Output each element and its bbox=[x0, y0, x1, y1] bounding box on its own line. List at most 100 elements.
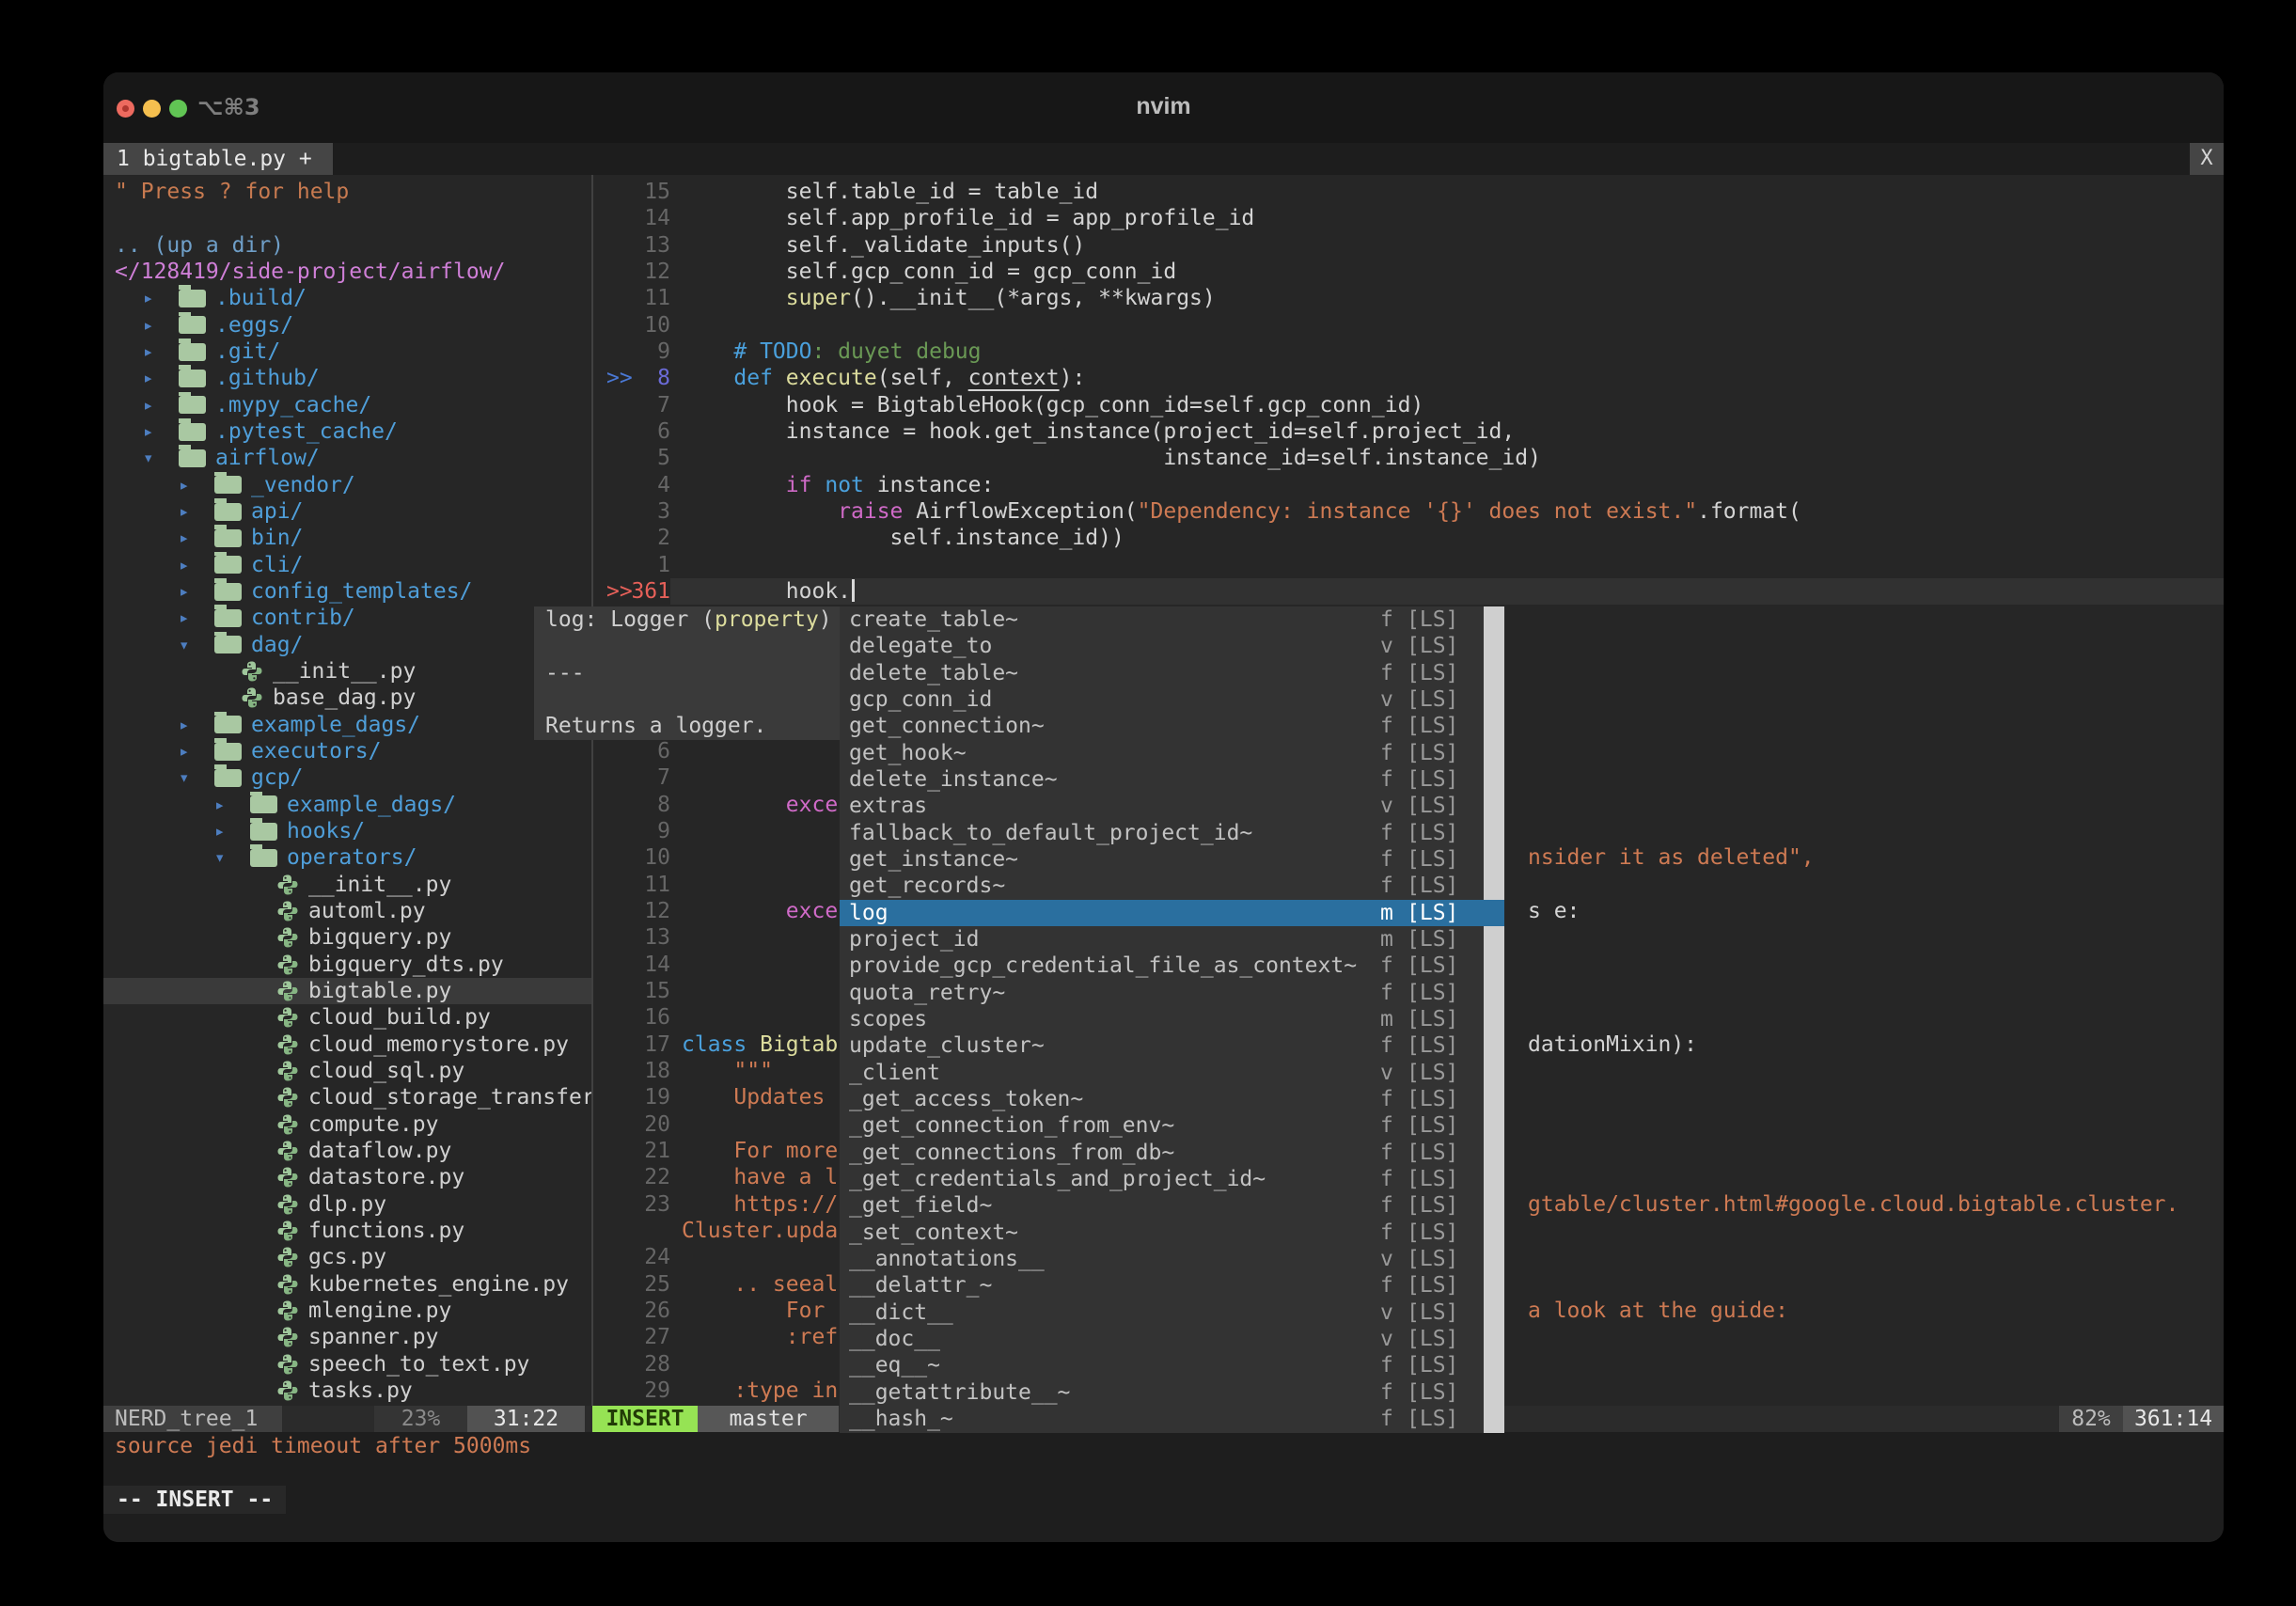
chevron-right-icon[interactable]: ▸ bbox=[143, 421, 179, 442]
tree-item-_vendor[interactable]: ▸_vendor/ bbox=[103, 472, 591, 498]
editor-line[interactable]: 2 self.instance_id)) bbox=[593, 525, 2224, 551]
tree-item-dataflow.py[interactable]: dataflow.py bbox=[103, 1138, 591, 1164]
tab-bigtable[interactable]: 1 bigtable.py + bbox=[103, 143, 333, 175]
chevron-down-icon[interactable]: ▾ bbox=[179, 767, 214, 788]
completion-item-get_records[interactable]: get_records~f[LS] bbox=[840, 873, 1504, 899]
tree-item-api[interactable]: ▸api/ bbox=[103, 498, 591, 525]
completion-item-__getattribute__[interactable]: __getattribute__~f[LS] bbox=[840, 1379, 1504, 1406]
completion-item-_get_connection_from_env[interactable]: _get_connection_from_env~f[LS] bbox=[840, 1112, 1504, 1139]
editor-line[interactable]: 12 self.gcp_conn_id = gcp_conn_id bbox=[593, 259, 2224, 285]
completion-item-quota_retry[interactable]: quota_retry~f[LS] bbox=[840, 980, 1504, 1006]
chevron-right-icon[interactable]: ▸ bbox=[214, 821, 250, 842]
tree-item-contrib[interactable]: ▸contrib/ bbox=[103, 605, 591, 631]
tree-item-cloud_sql.py[interactable]: cloud_sql.py bbox=[103, 1058, 591, 1084]
tree-item-.build[interactable]: ▸.build/ bbox=[103, 285, 591, 311]
completion-item-_client[interactable]: _clientv[LS] bbox=[840, 1060, 1504, 1086]
editor-line[interactable]: >>8 def execute(self, context): bbox=[593, 365, 2224, 391]
chevron-down-icon[interactable]: ▾ bbox=[143, 448, 179, 468]
completion-item-__eq__[interactable]: __eq__~f[LS] bbox=[840, 1352, 1504, 1378]
tree-item-dlp.py[interactable]: dlp.py bbox=[103, 1191, 591, 1218]
tree-item-.git[interactable]: ▸.git/ bbox=[103, 339, 591, 365]
chevron-right-icon[interactable]: ▸ bbox=[143, 341, 179, 362]
titlebar[interactable]: ⌥⌘3 nvim bbox=[103, 72, 2224, 143]
completion-item-scopes[interactable]: scopesm[LS] bbox=[840, 1006, 1504, 1032]
completion-item-provide_gcp_credential_file_as_context[interactable]: provide_gcp_credential_file_as_context~f… bbox=[840, 953, 1504, 979]
tree-item-kubernetes_engine.py[interactable]: kubernetes_engine.py bbox=[103, 1271, 591, 1298]
editor-line[interactable]: 14 self.app_profile_id = app_profile_id bbox=[593, 205, 2224, 231]
tab-close-button[interactable]: X bbox=[2190, 143, 2224, 175]
completion-item-delegate_to[interactable]: delegate_tov[LS] bbox=[840, 633, 1504, 659]
completion-item-get_connection[interactable]: get_connection~f[LS] bbox=[840, 713, 1504, 739]
chevron-right-icon[interactable]: ▸ bbox=[143, 368, 179, 388]
editor-line[interactable]: >>361 hook. bbox=[593, 578, 2224, 605]
tree-item-.eggs[interactable]: ▸.eggs/ bbox=[103, 312, 591, 339]
tree-item-cloud_build.py[interactable]: cloud_build.py bbox=[103, 1004, 591, 1031]
completion-item-fallback_to_default_project_id[interactable]: fallback_to_default_project_id~f[LS] bbox=[840, 820, 1504, 846]
tree-item-gcp[interactable]: ▾gcp/ bbox=[103, 764, 591, 791]
tree-item-tasks.py[interactable]: tasks.py bbox=[103, 1378, 591, 1404]
tree-item-cloud_memorystore.py[interactable]: cloud_memorystore.py bbox=[103, 1031, 591, 1058]
editor-line[interactable]: 15 self.table_id = table_id bbox=[593, 179, 2224, 205]
chevron-right-icon[interactable]: ▸ bbox=[179, 475, 214, 496]
chevron-right-icon[interactable]: ▸ bbox=[179, 607, 214, 628]
chevron-down-icon[interactable]: ▾ bbox=[214, 847, 250, 868]
completion-item-_get_field[interactable]: _get_field~f[LS] bbox=[840, 1192, 1504, 1219]
completion-item-__delattr_[interactable]: __delattr_~f[LS] bbox=[840, 1272, 1504, 1299]
editor-line[interactable]: 6 instance = hook.get_instance(project_i… bbox=[593, 418, 2224, 445]
completion-item-create_table[interactable]: create_table~f[LS] bbox=[840, 606, 1504, 633]
completion-item-project_id[interactable]: project_idm[LS] bbox=[840, 926, 1504, 953]
tree-item-example_dags[interactable]: ▸example_dags/ bbox=[103, 712, 591, 738]
tree-item-.pytest_cache[interactable]: ▸.pytest_cache/ bbox=[103, 418, 591, 445]
tree-item-spanner.py[interactable]: spanner.py bbox=[103, 1324, 591, 1350]
completion-item-_set_context[interactable]: _set_context~f[LS] bbox=[840, 1220, 1504, 1246]
nerdtree-panel[interactable]: " Press ? for help.. (up a dir)</128419/… bbox=[103, 175, 591, 1406]
tree-item-datastore.py[interactable]: datastore.py bbox=[103, 1164, 591, 1190]
tree-item-gcs.py[interactable]: gcs.py bbox=[103, 1244, 591, 1270]
completion-item-__annotations__[interactable]: __annotations__v[LS] bbox=[840, 1246, 1504, 1272]
editor-line[interactable]: 11 super().__init__(*args, **kwargs) bbox=[593, 285, 2224, 311]
tree-item-hooks[interactable]: ▸hooks/ bbox=[103, 818, 591, 844]
chevron-right-icon[interactable]: ▸ bbox=[143, 395, 179, 416]
chevron-right-icon[interactable]: ▸ bbox=[179, 501, 214, 522]
tree-item-__init__.py[interactable]: __init__.py bbox=[103, 872, 591, 898]
completion-item-_get_access_token[interactable]: _get_access_token~f[LS] bbox=[840, 1086, 1504, 1112]
tree-item-cloud_storage_transfer[interactable]: cloud_storage_transfer bbox=[103, 1084, 591, 1110]
tree-item-__init__.py[interactable]: __init__.py bbox=[103, 658, 591, 685]
completion-item-_get_connections_from_db[interactable]: _get_connections_from_db~f[LS] bbox=[840, 1140, 1504, 1166]
completion-item-__dict__[interactable]: __dict__v[LS] bbox=[840, 1299, 1504, 1326]
editor-line[interactable]: 7 hook = BigtableHook(gcp_conn_id=self.g… bbox=[593, 392, 2224, 418]
editor-line[interactable]: 1 bbox=[593, 552, 2224, 578]
editor-line[interactable]: 3 raise AirflowException("Dependency: in… bbox=[593, 498, 2224, 525]
completion-item-get_hook[interactable]: get_hook~f[LS] bbox=[840, 740, 1504, 766]
tree-item-dag[interactable]: ▾dag/ bbox=[103, 632, 591, 658]
chevron-right-icon[interactable]: ▸ bbox=[214, 795, 250, 815]
tree-item-automl.py[interactable]: automl.py bbox=[103, 898, 591, 924]
editor-line[interactable]: 5 instance_id=self.instance_id) bbox=[593, 445, 2224, 471]
tree-item-compute.py[interactable]: compute.py bbox=[103, 1111, 591, 1138]
chevron-right-icon[interactable]: ▸ bbox=[143, 315, 179, 336]
tree-item-.mypy_cache[interactable]: ▸.mypy_cache/ bbox=[103, 392, 591, 418]
chevron-down-icon[interactable]: ▾ bbox=[179, 635, 214, 655]
tree-item-functions.py[interactable]: functions.py bbox=[103, 1218, 591, 1244]
completion-item-__hash_[interactable]: __hash_~f[LS] bbox=[840, 1406, 1504, 1432]
chevron-right-icon[interactable]: ▸ bbox=[179, 555, 214, 575]
completion-item-update_cluster[interactable]: update_cluster~f[LS] bbox=[840, 1032, 1504, 1059]
tree-item-cli[interactable]: ▸cli/ bbox=[103, 552, 591, 578]
completion-item-delete_instance[interactable]: delete_instance~f[LS] bbox=[840, 766, 1504, 793]
tree-item-.github[interactable]: ▸.github/ bbox=[103, 365, 591, 391]
completion-item-extras[interactable]: extrasv[LS] bbox=[840, 793, 1504, 819]
completion-item-gcp_conn_id[interactable]: gcp_conn_idv[LS] bbox=[840, 686, 1504, 713]
editor-line[interactable]: 4 if not instance: bbox=[593, 472, 2224, 498]
tree-item-mlengine.py[interactable]: mlengine.py bbox=[103, 1298, 591, 1324]
tree-item-base_dag.py[interactable]: base_dag.py bbox=[103, 685, 591, 711]
chevron-right-icon[interactable]: ▸ bbox=[179, 581, 214, 602]
chevron-right-icon[interactable]: ▸ bbox=[179, 715, 214, 735]
tree-up-a-dir[interactable]: .. (up a dir) bbox=[103, 232, 591, 259]
tree-item-bigtable.py[interactable]: bigtable.py bbox=[103, 978, 591, 1004]
completion-item-get_instance[interactable]: get_instance~f[LS] bbox=[840, 846, 1504, 873]
chevron-right-icon[interactable]: ▸ bbox=[179, 527, 214, 548]
editor-line[interactable]: 13 self._validate_inputs() bbox=[593, 232, 2224, 259]
completion-item-_get_credentials_and_project_id[interactable]: _get_credentials_and_project_id~f[LS] bbox=[840, 1166, 1504, 1192]
tree-item-executors[interactable]: ▸executors/ bbox=[103, 738, 591, 764]
tree-item-airflow[interactable]: ▾airflow/ bbox=[103, 445, 591, 471]
